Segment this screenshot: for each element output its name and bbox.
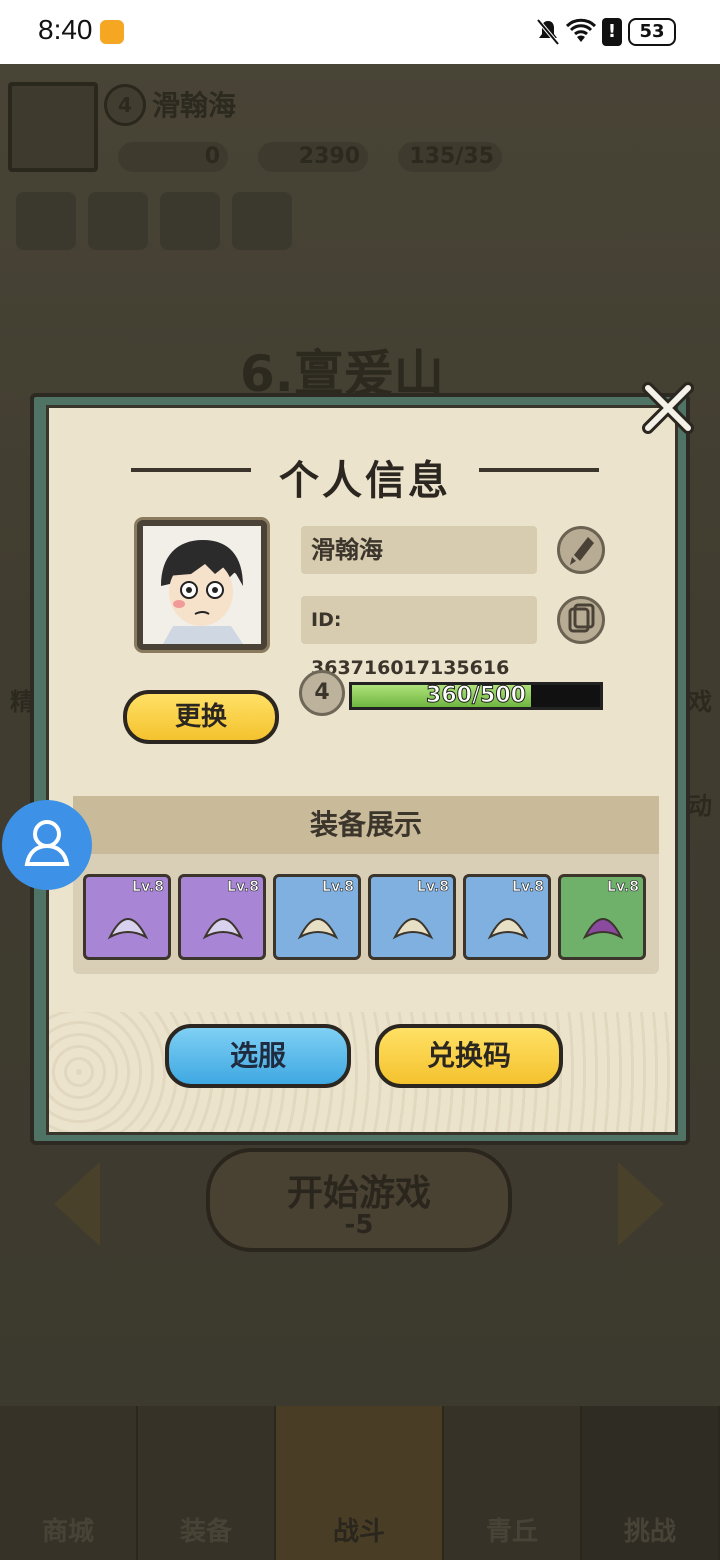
- equipment-slot[interactable]: Lv.8: [83, 874, 171, 960]
- dialog-paper: 个人信息 更换 滑翰海 ID: 363716017135616 4 360/50…: [46, 405, 678, 1135]
- profile-dialog: 个人信息 更换 滑翰海 ID: 363716017135616 4 360/50…: [30, 393, 690, 1145]
- equipment-showcase-title: 装备展示: [73, 796, 659, 854]
- battery-icon: 53: [628, 18, 676, 46]
- xp-progress-text: 360/500: [426, 683, 527, 708]
- wifi-icon: [566, 18, 596, 42]
- player-level-badge: 4: [299, 670, 345, 716]
- notification-app-icon: [100, 20, 124, 44]
- redeem-code-button[interactable]: 兑换码: [375, 1024, 563, 1088]
- boots-icon: [487, 918, 529, 940]
- alert-icon: !: [602, 18, 622, 46]
- equipment-slot[interactable]: Lv.8: [273, 874, 361, 960]
- equipment-level: Lv.8: [512, 879, 545, 896]
- brush-icon: [570, 537, 594, 565]
- mute-icon: [536, 18, 560, 46]
- equipment-level: Lv.8: [322, 879, 355, 896]
- dialog-title: 个人信息: [279, 458, 451, 504]
- select-server-button[interactable]: 选服: [165, 1024, 351, 1088]
- character-portrait-icon: [143, 526, 261, 644]
- equipment-level: Lv.8: [417, 879, 450, 896]
- player-name-field: 滑翰海: [301, 526, 537, 574]
- equipment-showcase: 装备展示 Lv.8 Lv.8 Lv.8 Lv.8 Lv.8 Lv.8: [73, 796, 659, 974]
- bow-icon: [107, 918, 149, 940]
- close-icon[interactable]: [640, 380, 696, 436]
- status-time: 8:40: [38, 14, 93, 45]
- user-icon: [24, 820, 70, 866]
- edit-name-button[interactable]: [557, 526, 605, 574]
- status-bar: 8:40 ! 53: [0, 0, 720, 64]
- equipment-slot[interactable]: Lv.8: [178, 874, 266, 960]
- belt-icon: [392, 918, 434, 940]
- wave-pattern: [49, 1012, 675, 1132]
- copy-icon: [568, 603, 595, 633]
- equipment-level: Lv.8: [132, 879, 165, 896]
- copy-id-button[interactable]: [557, 596, 605, 644]
- profile-avatar: [137, 520, 267, 650]
- equipment-level: Lv.8: [607, 879, 640, 896]
- amulet-icon: [582, 918, 624, 940]
- armor-icon: [297, 918, 339, 940]
- player-id-field: ID: 363716017135616: [301, 596, 537, 679]
- equipment-slot[interactable]: Lv.8: [463, 874, 551, 960]
- equipment-slot[interactable]: Lv.8: [558, 874, 646, 960]
- equipment-level: Lv.8: [227, 879, 260, 896]
- assistant-float-button[interactable]: [2, 800, 92, 890]
- change-avatar-button[interactable]: 更换: [123, 690, 279, 744]
- equipment-slot[interactable]: Lv.8: [368, 874, 456, 960]
- helmet-icon: [202, 918, 244, 940]
- xp-progress-bar: 360/500: [349, 682, 603, 710]
